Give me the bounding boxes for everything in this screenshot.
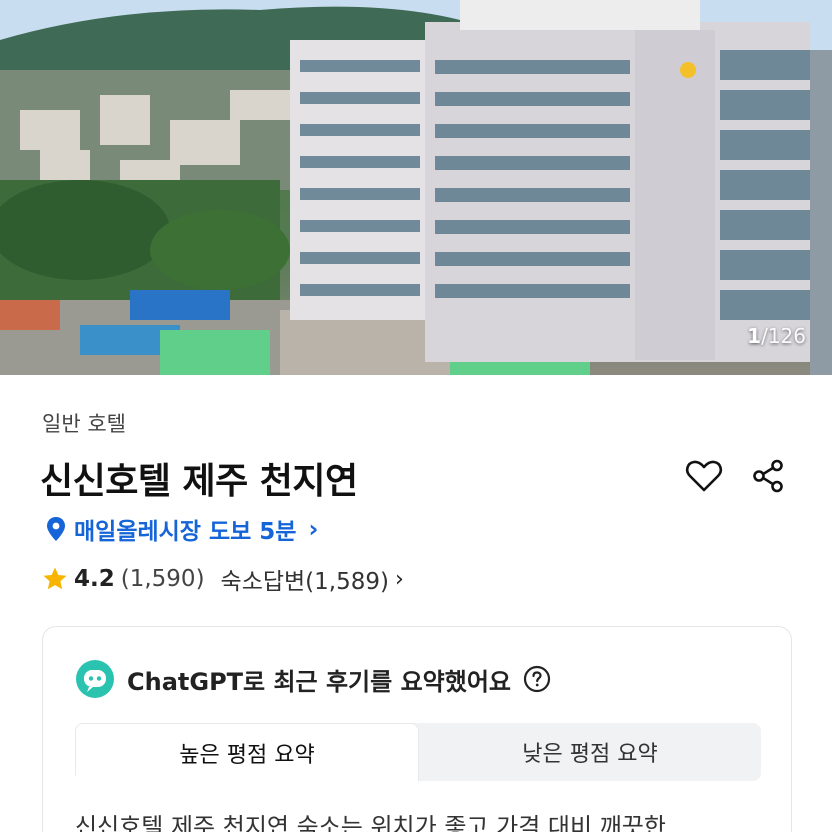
review-count[interactable]: (1,590) bbox=[121, 566, 205, 592]
chatgpt-bot-icon bbox=[76, 660, 114, 698]
share-icon[interactable] bbox=[748, 456, 788, 496]
ai-summary-header: ChatGPT로 최근 후기를 요약했어요 bbox=[75, 659, 551, 699]
rating-row: 4.2 (1,590) 숙소답변(1,589) › bbox=[42, 562, 404, 596]
hotel-category: 일반 호텔 bbox=[42, 412, 126, 436]
star-icon bbox=[43, 567, 67, 590]
summary-tabs: 높은 평점 요약 낮은 평점 요약 bbox=[75, 723, 761, 781]
ai-summary-title: ChatGPT로 최근 후기를 요약했어요 bbox=[127, 667, 511, 696]
rating-score: 4.2 bbox=[74, 566, 115, 592]
chevron-right-icon[interactable]: › bbox=[395, 567, 404, 592]
hotel-photo[interactable]: 1/126 bbox=[0, 0, 832, 375]
hotel-name: 신신호텔 제주 천지연 bbox=[40, 461, 358, 502]
photo-counter-current: 1 bbox=[747, 324, 762, 348]
location-link[interactable]: 매일올레시장 도보 5분 › bbox=[46, 512, 318, 546]
tab-low-rating-summary[interactable]: 낮은 평점 요약 bbox=[419, 723, 761, 781]
tab-high-rating-summary[interactable]: 높은 평점 요약 bbox=[75, 723, 419, 781]
photo-counter-total: 126 bbox=[767, 324, 806, 348]
ai-summary-card: ChatGPT로 최근 후기를 요약했어요 높은 평점 요약 낮은 평점 요약 … bbox=[42, 626, 792, 832]
location-text: 매일올레시장 도보 5분 bbox=[74, 519, 297, 545]
location-pin-icon bbox=[47, 517, 65, 541]
summary-text: 신신호텔 제주 천지연 숙소는 위치가 좋고 가격 대비 깨끗한 bbox=[75, 813, 666, 832]
chevron-right-icon: › bbox=[308, 515, 319, 543]
hotel-photo-illustration bbox=[0, 0, 832, 375]
question-circle-icon[interactable] bbox=[523, 665, 551, 693]
photo-counter: 1/126 bbox=[747, 324, 806, 348]
host-replies-link[interactable]: 숙소답변(1,589) bbox=[221, 562, 389, 596]
photo-counter-separator: / bbox=[761, 324, 768, 348]
heart-icon[interactable] bbox=[684, 456, 724, 496]
